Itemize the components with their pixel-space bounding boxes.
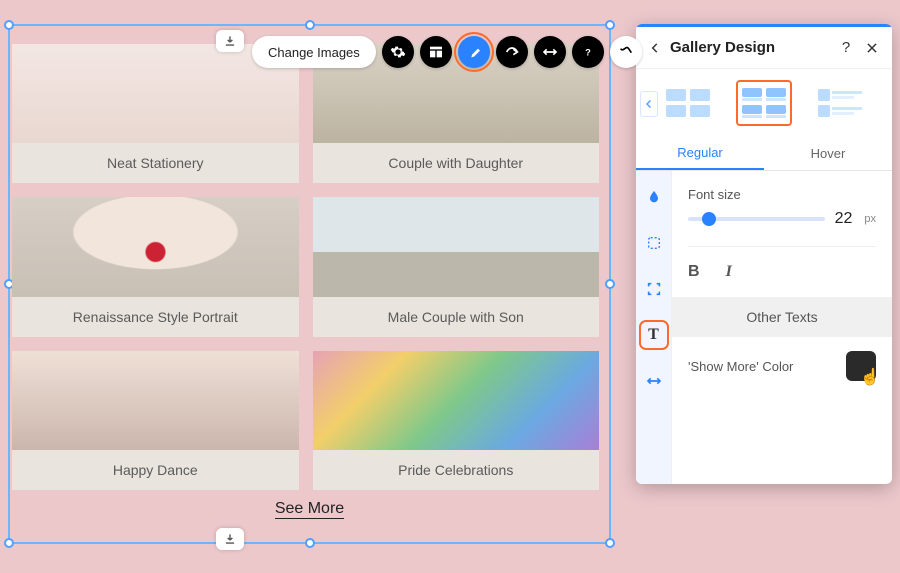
panel-back-button[interactable] — [646, 41, 664, 55]
bounding-box-icon — [646, 281, 662, 297]
anchor-top-button[interactable] — [216, 30, 244, 52]
panel-close-button[interactable] — [862, 38, 882, 58]
stretch-button[interactable] — [534, 36, 566, 68]
gallery-caption: Male Couple with Son — [313, 297, 600, 337]
chevron-left-icon — [648, 41, 662, 55]
gallery-image — [313, 197, 600, 296]
gallery-item[interactable]: Renaissance Style Portrait — [12, 197, 299, 336]
help-button[interactable]: ? — [572, 36, 604, 68]
gallery-image — [313, 351, 600, 450]
state-tabs: Regular Hover — [636, 137, 892, 171]
layout-thumb-icon — [664, 85, 712, 121]
layout-option-3[interactable] — [812, 80, 868, 126]
font-size-row: 22 px — [688, 210, 876, 228]
gallery-image — [12, 197, 299, 296]
tab-hover[interactable]: Hover — [764, 137, 892, 170]
design-side-rail: T — [636, 171, 672, 484]
resize-handle-bl[interactable] — [4, 538, 14, 548]
change-images-button[interactable]: Change Images — [252, 36, 376, 68]
gallery-design-panel: Gallery Design ? — [636, 24, 892, 484]
font-size-label: Font size — [688, 187, 876, 202]
gallery-caption: Pride Celebrations — [313, 450, 600, 490]
gallery-grid: Neat Stationery Couple with Daughter Ren… — [12, 44, 599, 490]
panel-body: T Font size 22 px B I Other Texts 'Show M… — [636, 171, 892, 484]
resize-handle-br[interactable] — [605, 538, 615, 548]
layout-option-1[interactable] — [660, 80, 716, 126]
close-icon — [865, 41, 879, 55]
help-icon: ? — [580, 44, 596, 60]
layout-button[interactable] — [420, 36, 452, 68]
stretch-icon — [542, 44, 558, 60]
gallery-caption: Happy Dance — [12, 450, 299, 490]
animation-button[interactable] — [496, 36, 528, 68]
rail-corners-button[interactable] — [642, 277, 666, 301]
layout-options-row — [636, 69, 892, 137]
resize-handle-mr[interactable] — [605, 279, 615, 289]
font-size-unit: px — [864, 213, 876, 225]
gallery-item[interactable]: Pride Celebrations — [313, 351, 600, 490]
layout-icon — [428, 44, 444, 60]
bold-italic-row: B I — [688, 263, 876, 281]
more-icon — [618, 44, 634, 60]
resize-handle-tr[interactable] — [605, 20, 615, 30]
panel-title: Gallery Design — [670, 39, 830, 56]
show-more-color-row: 'Show More' Color ☝️ — [688, 351, 876, 381]
resize-handle-mb[interactable] — [305, 538, 315, 548]
layout-thumb-icon — [816, 85, 864, 121]
download-icon — [223, 532, 237, 546]
download-icon — [223, 34, 237, 48]
rail-spacing-button[interactable] — [642, 369, 666, 393]
change-images-label: Change Images — [268, 45, 360, 60]
rail-fill-button[interactable] — [642, 185, 666, 209]
italic-toggle[interactable]: I — [726, 263, 732, 281]
gallery-item[interactable]: Male Couple with Son — [313, 197, 600, 336]
gallery-image — [12, 351, 299, 450]
gallery-caption: Couple with Daughter — [313, 143, 600, 183]
gallery-selection-frame[interactable]: Neat Stationery Couple with Daughter Ren… — [8, 24, 611, 544]
panel-header: Gallery Design ? — [636, 27, 892, 69]
slider-knob[interactable] — [702, 212, 716, 226]
gear-icon — [390, 44, 406, 60]
layout-thumb-icon — [740, 85, 788, 121]
rail-text-button[interactable]: T — [642, 323, 666, 347]
settings-button[interactable] — [382, 36, 414, 68]
font-size-value[interactable]: 22 — [835, 210, 853, 228]
divider — [688, 246, 876, 247]
bold-toggle[interactable]: B — [688, 263, 700, 281]
design-body-main: Font size 22 px B I Other Texts 'Show Mor… — [672, 171, 892, 484]
font-size-slider[interactable] — [688, 217, 825, 221]
layout-option-2[interactable] — [736, 80, 792, 126]
show-more-color-label: 'Show More' Color — [688, 359, 793, 374]
anchor-bottom-button[interactable] — [216, 528, 244, 550]
svg-text:?: ? — [585, 47, 591, 57]
droplet-icon — [646, 189, 662, 205]
dashed-box-icon — [646, 235, 662, 251]
brush-icon — [466, 44, 482, 60]
see-more-link[interactable]: See More — [10, 500, 609, 518]
gallery-item[interactable]: Happy Dance — [12, 351, 299, 490]
gallery-caption: Neat Stationery — [12, 143, 299, 183]
more-button[interactable] — [610, 36, 642, 68]
animation-icon — [504, 44, 520, 60]
design-button[interactable] — [458, 36, 490, 68]
element-toolbar: Change Images ? — [252, 36, 642, 68]
gallery-caption: Renaissance Style Portrait — [12, 297, 299, 337]
panel-help-button[interactable]: ? — [836, 38, 856, 58]
see-more-label: See More — [275, 500, 344, 519]
layout-scroll-left[interactable] — [640, 91, 658, 117]
text-icon: T — [648, 326, 659, 344]
chevron-left-icon — [643, 98, 655, 110]
resize-handle-mt[interactable] — [305, 20, 315, 30]
resize-h-icon — [646, 373, 662, 389]
show-more-color-swatch[interactable]: ☝️ — [846, 351, 876, 381]
cursor-icon: ☝️ — [860, 367, 880, 387]
other-texts-header: Other Texts — [672, 297, 892, 337]
rail-border-button[interactable] — [642, 231, 666, 255]
resize-handle-tl[interactable] — [4, 20, 14, 30]
tab-regular[interactable]: Regular — [636, 137, 764, 170]
